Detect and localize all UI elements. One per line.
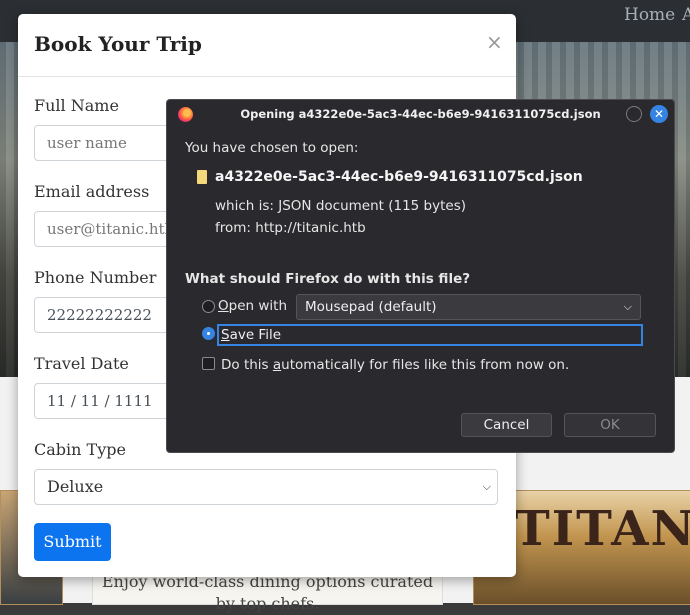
auto-action-label[interactable]: Do this automatically for files like thi… bbox=[221, 357, 569, 373]
save-file-option[interactable]: Save File bbox=[217, 324, 643, 346]
chevron-down-icon: ⌵ bbox=[623, 300, 632, 313]
cabin-type-label: Cabin Type bbox=[34, 440, 126, 459]
travel-date-label: Travel Date bbox=[34, 354, 129, 373]
file-source-line: from: http://titanic.htb bbox=[215, 220, 366, 236]
minimize-button[interactable] bbox=[626, 106, 642, 122]
dialog-intro: You have chosen to open: bbox=[185, 140, 359, 156]
modal-header: Book Your Trip × bbox=[18, 14, 516, 77]
dialog-title: Opening a4322e0e-5ac3-44ec-b6e9-94163110… bbox=[240, 107, 601, 121]
submit-button[interactable]: Submit bbox=[34, 523, 111, 561]
chevron-down-icon: ⌵ bbox=[482, 480, 491, 493]
dialog-question: What should Firefox do with this file? bbox=[185, 271, 471, 287]
file-type-value: JSON document (115 bytes) bbox=[278, 198, 467, 214]
which-is-label: which is: bbox=[215, 198, 274, 214]
cabin-type-value: Deluxe bbox=[47, 477, 104, 496]
open-with-label[interactable]: Open with bbox=[218, 298, 287, 314]
nav-link-about[interactable]: A bbox=[682, 5, 690, 25]
card-description: Enjoy world-class dining options curated… bbox=[101, 572, 434, 613]
close-icon[interactable]: ✕ bbox=[650, 105, 668, 123]
download-dialog: Opening a4322e0e-5ac3-44ec-b6e9-94163110… bbox=[166, 99, 675, 453]
file-source-value: http://titanic.htb bbox=[255, 220, 366, 236]
auto-action-checkbox[interactable] bbox=[202, 357, 215, 370]
open-with-app-value: Mousepad (default) bbox=[305, 299, 437, 315]
open-with-app-select[interactable]: Mousepad (default) ⌵ bbox=[296, 294, 641, 320]
email-label: Email address bbox=[34, 182, 150, 201]
file-icon bbox=[197, 170, 207, 184]
phone-label: Phone Number bbox=[34, 268, 157, 287]
open-with-radio[interactable] bbox=[202, 300, 215, 313]
save-file-radio[interactable] bbox=[202, 327, 215, 340]
file-type-line: which is: JSON document (115 bytes) bbox=[215, 198, 466, 214]
dialog-titlebar: Opening a4322e0e-5ac3-44ec-b6e9-94163110… bbox=[167, 100, 674, 130]
cabin-type-select[interactable]: Deluxe ⌵ bbox=[34, 469, 498, 505]
close-icon[interactable]: × bbox=[486, 32, 503, 52]
poster-title: TITAN bbox=[514, 501, 690, 557]
cancel-button[interactable]: Cancel bbox=[461, 413, 552, 437]
nav-link-home[interactable]: Home bbox=[624, 5, 675, 25]
ok-button[interactable]: OK bbox=[564, 413, 656, 437]
file-name: a4322e0e-5ac3-44ec-b6e9-9416311075cd.jso… bbox=[215, 169, 583, 185]
full-name-label: Full Name bbox=[34, 96, 119, 115]
modal-title: Book Your Trip bbox=[34, 32, 202, 56]
from-label: from: bbox=[215, 220, 251, 236]
